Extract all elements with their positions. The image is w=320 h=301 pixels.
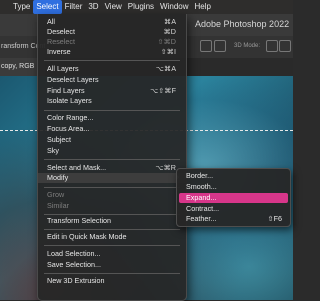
menu-type[interactable]: Type <box>10 0 33 14</box>
distribute-icon[interactable] <box>214 40 226 52</box>
menu-item-focus-area[interactable]: Focus Area... <box>38 124 186 134</box>
menu-item-load-selection[interactable]: Load Selection... <box>38 249 186 259</box>
menu-separator <box>44 214 180 215</box>
orbit-icon[interactable] <box>266 40 278 52</box>
submenu-item-feather[interactable]: Feather... ⇧F6 <box>179 214 288 224</box>
menu-item-color-range[interactable]: Color Range... <box>38 113 186 123</box>
3d-mode-label: 3D Mode: <box>234 43 261 49</box>
select-menu: All ⌘A Deselect ⌘D Reselect ⇧⌘D Inverse … <box>37 14 187 301</box>
app-title: Adobe Photoshop 2022 <box>195 19 290 29</box>
menu-item-sky[interactable]: Sky <box>38 146 186 156</box>
menu-item-reselect: Reselect ⇧⌘D <box>47 37 176 46</box>
menu-separator <box>44 245 180 246</box>
menu-separator <box>44 273 180 274</box>
submenu-item-contract[interactable]: Contract... <box>179 204 288 214</box>
menu-item-isolate-layers[interactable]: Isolate Layers <box>38 96 186 106</box>
menu-3d[interactable]: 3D <box>85 0 101 14</box>
menu-select[interactable]: Select <box>33 0 62 14</box>
submenu-item-border[interactable]: Border... <box>179 171 288 181</box>
menu-separator <box>44 187 180 188</box>
menu-separator <box>44 159 180 160</box>
menu-item-new-3d-extrusion[interactable]: New 3D Extrusion <box>38 276 186 286</box>
submenu-item-smooth[interactable]: Smooth... <box>179 182 288 192</box>
menubar: Type Select Filter 3D View Plugins Windo… <box>0 0 293 14</box>
menu-separator <box>44 110 180 111</box>
menu-item-grow: Grow <box>47 190 65 199</box>
menu-help[interactable]: Help <box>192 0 214 14</box>
menu-item-modify[interactable]: Modify › <box>38 173 186 183</box>
menu-item-similar: Similar <box>47 201 69 210</box>
align-icon[interactable] <box>200 40 212 52</box>
menu-item-inverse[interactable]: Inverse ⇧⌘I <box>38 47 186 57</box>
menu-item-subject[interactable]: Subject <box>38 135 186 145</box>
menu-item-all[interactable]: All ⌘A <box>38 17 186 27</box>
menu-item-all-layers[interactable]: All Layers ⌥⌘A <box>38 64 186 74</box>
menu-item-deselect-layers[interactable]: Deselect Layers <box>38 75 186 85</box>
submenu-item-expand[interactable]: Expand... <box>179 193 288 203</box>
menu-item-find-layers[interactable]: Find Layers ⌥⇧⌘F <box>38 86 186 96</box>
menu-item-edit-quick-mask[interactable]: Edit in Quick Mask Mode <box>38 232 186 242</box>
menu-item-save-selection[interactable]: Save Selection... <box>38 260 186 270</box>
menu-view[interactable]: View <box>102 0 125 14</box>
menu-plugins[interactable]: Plugins <box>125 0 157 14</box>
menu-item-select-and-mask[interactable]: Select and Mask... ⌥⌘R <box>38 163 186 173</box>
modify-submenu: Border... Smooth... Expand... Contract..… <box>176 168 291 227</box>
menu-item-transform-selection[interactable]: Transform Selection <box>38 216 186 226</box>
menu-separator <box>44 229 180 230</box>
menu-item-deselect[interactable]: Deselect ⌘D <box>38 27 186 37</box>
menu-separator <box>44 60 180 61</box>
pan-icon[interactable] <box>279 40 291 52</box>
menu-filter[interactable]: Filter <box>62 0 86 14</box>
menu-window[interactable]: Window <box>157 0 191 14</box>
